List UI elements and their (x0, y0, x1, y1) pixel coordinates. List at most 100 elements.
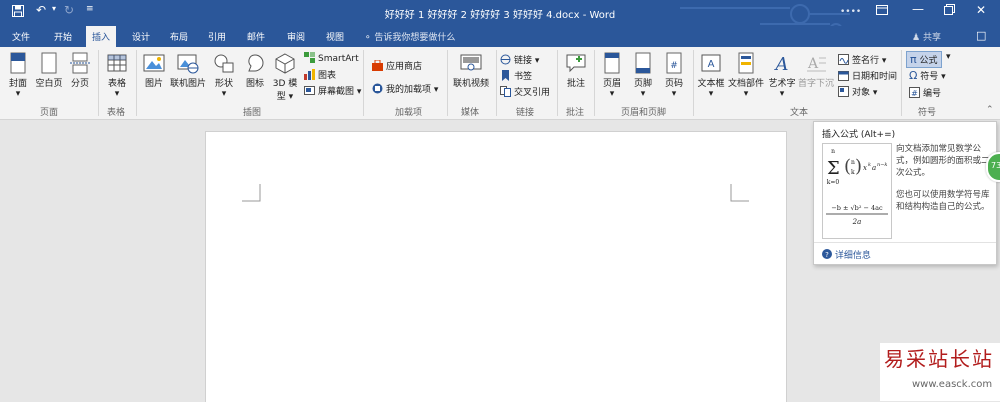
smartart-button[interactable]: SmartArt (304, 52, 359, 64)
more-info-link[interactable]: ? 详细信息 (822, 248, 871, 261)
screenshot-icon (304, 86, 315, 95)
icons-button[interactable]: 图标 (241, 52, 269, 89)
tab-view[interactable]: 视图 (326, 30, 344, 43)
comments-pane-icon[interactable]: □ (976, 29, 986, 42)
wordart-button[interactable]: A 艺术字 ▾ (767, 52, 797, 99)
calendar-icon (838, 71, 849, 81)
quick-parts-button[interactable]: 文档部件 ▾ (728, 52, 764, 99)
picture-button[interactable]: 图片 (140, 52, 168, 89)
tab-mailings[interactable]: 邮件 (247, 30, 265, 43)
drop-cap-button[interactable]: A 首字下沉 (798, 52, 834, 89)
shapes-button[interactable]: 形状 ▾ (210, 52, 238, 99)
tab-layout[interactable]: 布局 (170, 30, 188, 43)
tooltip-description: 向文档添加常见数学公式，例如圆形的面积或二次公式。 您也可以使用数学符号库和结构… (896, 143, 990, 213)
link-button[interactable]: 链接 ▾ (500, 53, 539, 66)
header-label: 页眉 (602, 79, 621, 89)
smartart-label: SmartArt (318, 54, 359, 64)
tell-me-search[interactable]: ⚬ 告诉我你想要做什么 (364, 30, 455, 43)
cube-icon (275, 53, 295, 74)
tab-review[interactable]: 审阅 (287, 30, 305, 43)
textbox-label: 文本框 (697, 79, 725, 89)
page-break-button[interactable]: 分页 (66, 52, 94, 89)
tab-insert[interactable]: 插入 (86, 26, 117, 47)
equation-dropdown-icon[interactable]: ▾ (946, 52, 951, 62)
tooltip-description-1: 向文档添加常见数学公式，例如圆形的面积或二次公式。 (896, 144, 990, 178)
paren-close-glyph: ) (855, 156, 862, 177)
a-term-text: a (872, 164, 876, 172)
store-button[interactable]: 应用商店 (372, 59, 422, 72)
date-time-button[interactable]: 日期和时间 (838, 69, 897, 82)
svg-text:A: A (708, 59, 715, 70)
close-icon[interactable]: ✕ (976, 3, 986, 17)
screenshot-label: 屏幕截图 (318, 87, 355, 97)
page-number-button[interactable]: # 页码 ▾ (660, 52, 688, 99)
tab-design[interactable]: 设计 (132, 30, 150, 43)
x-exp-text: k (868, 162, 871, 168)
tab-file[interactable]: 文件 (12, 30, 30, 43)
crop-mark-top-left (242, 184, 261, 202)
tab-references[interactable]: 引用 (208, 30, 226, 43)
numbering-button[interactable]: # 编号 (909, 86, 941, 99)
cross-reference-button[interactable]: 交叉引用 (500, 85, 550, 98)
blank-page-button[interactable]: 空白页 (33, 52, 65, 89)
footer-label: 页脚 (633, 79, 652, 89)
textbox-button[interactable]: A 文本框 ▾ (696, 52, 726, 99)
cover-page-button[interactable]: 封面 ▾ (4, 52, 32, 99)
a-exp-text: n−k (877, 162, 887, 168)
tooltip-divider (814, 242, 996, 243)
chart-icon (304, 69, 315, 80)
minimize-icon[interactable]: — (912, 2, 924, 16)
symbol-button[interactable]: Ω 符号 ▾ (909, 69, 946, 82)
picture-icon (143, 54, 165, 72)
restore-icon[interactable] (944, 4, 955, 18)
svg-text:?: ? (825, 251, 829, 259)
signature-line-button[interactable]: 签名行 ▾ (838, 53, 886, 66)
header-icon (604, 52, 620, 74)
equation-tooltip: 插入公式 (Alt+=) n Σ k=0 ( n k ) x k a n−k −… (813, 121, 997, 265)
online-pictures-button[interactable]: 联机图片 (169, 52, 207, 89)
cover-page-label: 封面 (8, 79, 27, 89)
numbering-icon: # (909, 87, 920, 98)
object-icon (838, 86, 849, 97)
footer-button[interactable]: 页脚 ▾ (629, 52, 657, 99)
3d-models-button[interactable]: 3D 模型 ▾ (271, 52, 299, 102)
icons-icon (248, 54, 264, 72)
x-term-text: x (863, 164, 867, 172)
group-links-label: 链接 (516, 108, 535, 118)
user-name[interactable]: •••• (840, 7, 861, 17)
separator (901, 50, 902, 116)
collapse-ribbon-icon[interactable]: ⌃ (986, 105, 994, 115)
equation-button[interactable]: π 公式 (906, 51, 942, 68)
group-pages-label: 页面 (40, 108, 59, 118)
blank-page-icon (41, 52, 57, 74)
shapes-icon (214, 54, 234, 73)
online-pictures-icon (177, 54, 199, 74)
table-button[interactable]: 表格 ▾ (103, 52, 131, 99)
ribbon: 封面 ▾ 空白页 分页 页面 表格 ▾ 表格 图片 联机图片 形状 ▾ 图标 3D 模… (0, 47, 1000, 120)
symbol-label: 符号 (920, 72, 939, 82)
page-number-icon: # (666, 52, 682, 74)
watermark-text: 易采站长站 (884, 347, 994, 371)
watermark-url: www.easck.com (912, 379, 993, 390)
bookmark-button[interactable]: 书签 (500, 69, 532, 82)
share-button[interactable]: ♟ 共享 (912, 30, 941, 43)
badge-count: 73 (991, 161, 1000, 170)
header-button[interactable]: 页眉 ▾ (598, 52, 626, 99)
screenshot-button[interactable]: 屏幕截图 ▾ (304, 84, 361, 97)
chart-button[interactable]: 图表 (304, 68, 336, 81)
3d-models-label: 3D 模 (272, 79, 298, 89)
separator (98, 50, 99, 116)
link-label: 链接 (514, 56, 533, 66)
comment-button[interactable]: 批注 (562, 52, 590, 89)
cross-reference-label: 交叉引用 (514, 88, 551, 98)
tooltip-preview: n Σ k=0 ( n k ) x k a n−k −b ± √b² − 4ac… (822, 143, 892, 239)
online-video-button[interactable]: 联机视频 (451, 52, 491, 89)
object-button[interactable]: 对象 ▾ (838, 85, 877, 98)
tab-home[interactable]: 开始 (54, 30, 72, 43)
document-page[interactable] (205, 131, 787, 402)
sigma-glyph: Σ (827, 158, 840, 179)
quadratic-numerator: −b ± √b² − 4ac (831, 204, 883, 212)
my-addins-button[interactable]: 我的加载项 ▾ (372, 82, 438, 95)
ribbon-display-icon[interactable] (876, 4, 888, 19)
page-break-icon (70, 52, 90, 74)
